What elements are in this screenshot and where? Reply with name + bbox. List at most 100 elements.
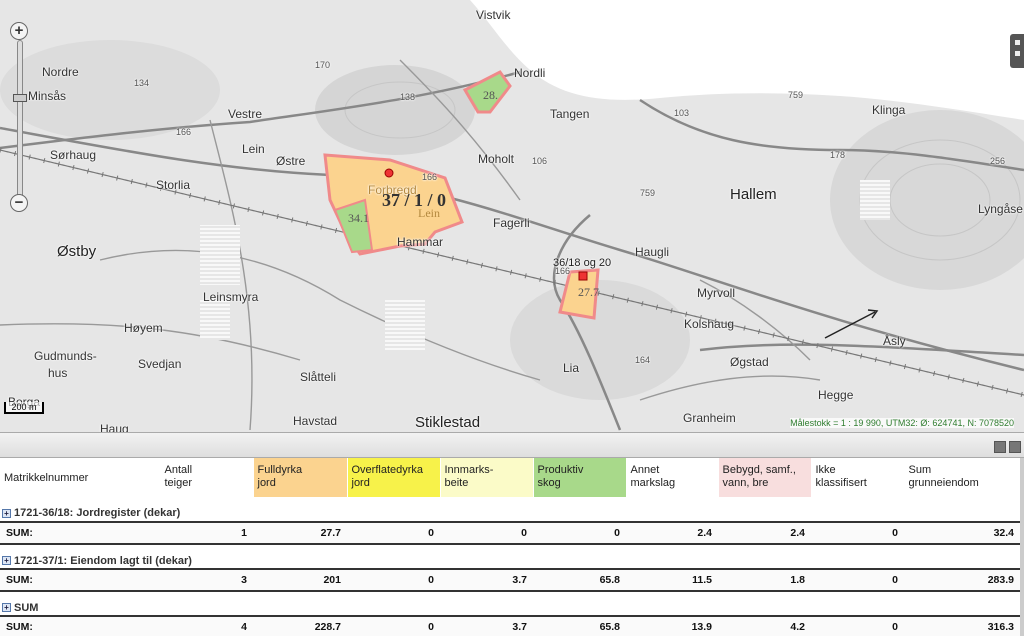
sum-row: SUM: 3 201 0 3.7 65.8 11.5 1.8 0 283.9 [0, 568, 1020, 592]
cell: SUM: [0, 521, 160, 545]
cell: 0 [811, 568, 904, 592]
place-label: Hallem [730, 186, 777, 203]
zoom-out-button[interactable]: − [10, 194, 28, 212]
zoom-slider-handle[interactable] [13, 94, 27, 102]
road-number: 170 [315, 60, 331, 70]
expand-icon[interactable]: + [2, 603, 11, 613]
zoom-slider-track[interactable] [17, 40, 23, 204]
column-header-antall-teiger[interactable]: Antall teiger [160, 458, 254, 497]
cell: 1.8 [718, 568, 811, 592]
place-label: Gudmunds- [34, 349, 97, 363]
place-label: Kolshaug [684, 317, 735, 331]
cell: 4 [160, 615, 253, 636]
place-label: hus [48, 366, 68, 380]
place-label: Lia [563, 361, 580, 375]
cell: 13.9 [626, 615, 718, 636]
column-header-fulldyrka[interactable]: Fulldyrka jord [253, 458, 348, 497]
column-header-ikke-klassifisert[interactable]: Ikke klassifisert [811, 458, 905, 497]
place-label: Høyem [124, 321, 163, 335]
road-number: 759 [788, 90, 804, 100]
road-number: 138 [400, 92, 416, 102]
zoom-in-button[interactable]: + [10, 22, 28, 40]
cell: 3.7 [440, 568, 533, 592]
parcel-small-value: 27.7 [578, 285, 599, 299]
place-label: Haugli [635, 245, 670, 259]
place-label: Lyngåse [978, 202, 1023, 216]
place-label: Minsås [28, 89, 67, 103]
map-view[interactable]: Vistvik Nordre Minsås Nordli Tangen Vest… [0, 0, 1024, 432]
area-table-panel: Matrikkelnummer Antall teiger Fulldyrka jo… [0, 458, 1024, 636]
place-label: Havstad [293, 414, 338, 428]
cell: 11.5 [626, 568, 718, 592]
column-header-innmarksbeite[interactable]: Innmarks-beite [440, 458, 534, 497]
parcel-small-label: 36/18 og 20 [553, 257, 612, 269]
group-header-row[interactable]: + SUM [0, 591, 1020, 616]
zoom-control: + − [10, 22, 30, 212]
place-label: Moholt [478, 152, 515, 166]
place-label: Åsly [883, 334, 906, 348]
place-label: Lein [242, 142, 265, 156]
minimize-panel-icon[interactable] [994, 441, 1006, 453]
cell: 0 [347, 568, 440, 592]
place-label: Vistvik [476, 8, 511, 22]
column-header-overflatedyrka[interactable]: Overflatedyrka jord [347, 458, 441, 497]
parcel-north-value: 28. [483, 88, 498, 102]
sum-row: SUM: 4 228.7 0 3.7 65.8 13.9 4.2 0 316.3 [0, 615, 1020, 636]
column-header-matrikkelnummer[interactable]: Matrikkelnummer [0, 458, 161, 497]
road-number: 166 [176, 127, 192, 137]
place-label: Nordre [42, 65, 79, 79]
expand-icon[interactable]: + [2, 508, 11, 518]
layer-switcher-button[interactable] [1010, 34, 1024, 68]
table-header-row: Matrikkelnummer Antall teiger Fulldyrka jo… [0, 458, 1021, 497]
place-label: Øgstad [730, 355, 769, 369]
place-label: Østby [57, 243, 97, 260]
cell: 0 [347, 615, 440, 636]
sum-row: SUM: 1 27.7 0 0 0 2.4 2.4 0 32.4 [0, 521, 1020, 545]
cell: 2.4 [626, 521, 718, 545]
road-number: 134 [134, 78, 150, 88]
column-header-produktiv-skog[interactable]: Produktiv skog [533, 458, 627, 497]
cell: SUM: [0, 615, 160, 636]
column-header-bebygd[interactable]: Bebygd, samf., vann, bre [718, 458, 812, 497]
cell: 27.7 [253, 521, 347, 545]
cell: 2.4 [718, 521, 811, 545]
cell: 0 [440, 521, 533, 545]
road-number: 166 [422, 172, 438, 182]
place-label: Stiklestad [415, 414, 481, 431]
maximize-panel-icon[interactable] [1009, 441, 1021, 453]
road-number: 178 [830, 150, 846, 160]
layers-icon [1015, 51, 1020, 56]
road-number: 103 [674, 108, 690, 118]
place-label: Svedjan [138, 357, 182, 371]
parcel-main-sublabel: Lein [418, 206, 440, 220]
place-label: Hegge [818, 388, 854, 402]
place-label: Slåtteli [300, 370, 337, 384]
place-label: Leinsmyra [203, 290, 259, 304]
column-header-sum-grunneiendom[interactable]: Sum grunneiendom [904, 458, 1021, 497]
cell: 3.7 [440, 615, 533, 636]
scale-bar: 200 m [4, 402, 44, 414]
cell: 65.8 [533, 568, 626, 592]
place-label: Tangen [550, 107, 590, 121]
cell: 283.9 [904, 568, 1020, 592]
place-label: Nordli [514, 66, 546, 80]
place-label: Hammar [397, 235, 444, 249]
place-label: Fagerli [493, 216, 530, 230]
area-table: Matrikkelnummer Antall teiger Fulldyrka jo… [0, 458, 1021, 636]
cell: 32.4 [904, 521, 1020, 545]
expand-icon[interactable]: + [2, 556, 11, 566]
group-header-row[interactable]: +1721-37/1: Eiendom lagt til (dekar) [0, 544, 1020, 569]
place-label: Haug [100, 422, 129, 432]
cell: 228.7 [253, 615, 347, 636]
road-number: 106 [532, 156, 548, 166]
column-header-annet-markslag[interactable]: Annet markslag [626, 458, 719, 497]
panel-divider[interactable] [0, 432, 1024, 458]
vertical-scrollbar[interactable] [1020, 458, 1024, 636]
cell: 201 [253, 568, 347, 592]
parcel-forest-value: 34.1 [348, 211, 369, 225]
group-header-row[interactable]: +1721-36/18: Jordregister (dekar) [0, 497, 1020, 522]
cell: 0 [811, 521, 904, 545]
parcel-37-1-skog [333, 198, 374, 254]
road-number: 164 [635, 355, 651, 365]
cell: 65.8 [533, 615, 626, 636]
